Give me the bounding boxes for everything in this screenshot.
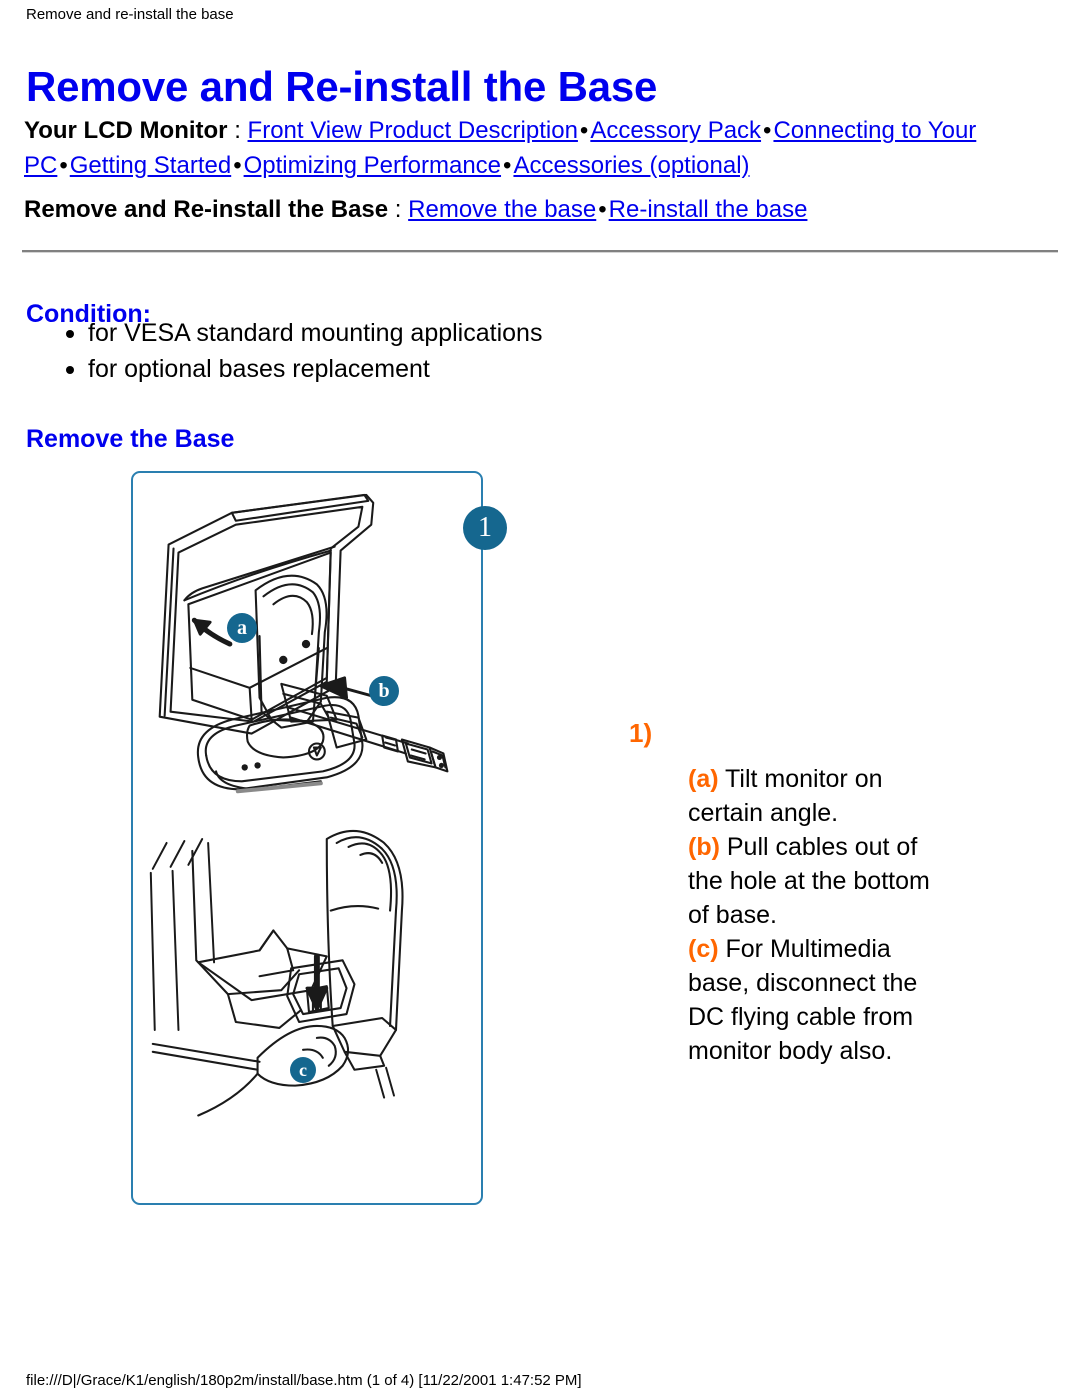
nav-link-accessories-optional[interactable]: Accessories (optional) bbox=[513, 152, 749, 179]
callout-badge-b: b bbox=[369, 676, 399, 706]
nav-link-front-view-product-description[interactable]: Front View Product Description bbox=[248, 117, 578, 144]
breadcrumb-primary-label: Your LCD Monitor bbox=[24, 117, 228, 144]
nav-separator: • bbox=[503, 152, 512, 179]
breadcrumb-secondary: Remove and Re-install the Base : Remove … bbox=[24, 192, 1044, 227]
list-item: for optional bases replacement bbox=[60, 351, 542, 387]
step-label-c: (c) bbox=[688, 935, 719, 963]
page-title: Remove and Re-install the Base bbox=[26, 63, 658, 111]
remove-the-base-heading: Remove the Base bbox=[26, 424, 235, 453]
nav-separator: • bbox=[598, 196, 607, 223]
callout-badge-a: a bbox=[227, 613, 257, 643]
nav-separator: • bbox=[763, 117, 772, 144]
step-label-a: (a) bbox=[688, 765, 719, 793]
callout-badge-c: c bbox=[290, 1057, 316, 1083]
nav-link-getting-started[interactable]: Getting Started bbox=[70, 152, 231, 179]
step-instructions: (a) Tilt monitor on certain angle. (b) P… bbox=[688, 762, 956, 1068]
step-text-b: Pull cables out of the hole at the botto… bbox=[688, 833, 930, 929]
footer-file-path: file:///D|/Grace/K1/english/180p2m/insta… bbox=[26, 1372, 582, 1389]
running-header: Remove and re-install the base bbox=[26, 6, 234, 23]
condition-bullet-list: for VESA standard mounting applications … bbox=[60, 315, 542, 387]
step-text-c: For Multimedia base, disconnect the DC f… bbox=[688, 935, 918, 1065]
step-badge-1: 1 bbox=[463, 506, 507, 550]
breadcrumb-primary: Your LCD Monitor : Front View Product De… bbox=[24, 113, 1044, 183]
nav-link-remove-the-base[interactable]: Remove the base bbox=[408, 196, 596, 223]
step-label-b: (b) bbox=[688, 833, 720, 861]
step-number-marker: 1) bbox=[629, 718, 653, 748]
monitor-line-art-illustration bbox=[149, 493, 449, 1117]
nav-separator: • bbox=[233, 152, 242, 179]
list-item: for VESA standard mounting applications bbox=[60, 315, 542, 351]
nav-link-optimizing-performance[interactable]: Optimizing Performance bbox=[244, 152, 501, 179]
illustration-frame bbox=[131, 471, 483, 1205]
breadcrumb-secondary-colon: : bbox=[388, 196, 409, 223]
horizontal-divider bbox=[22, 250, 1058, 253]
breadcrumb-primary-colon: : bbox=[227, 117, 248, 144]
nav-link-accessory-pack[interactable]: Accessory Pack bbox=[590, 117, 761, 144]
nav-separator: • bbox=[579, 117, 589, 144]
breadcrumb-secondary-label: Remove and Re-install the Base bbox=[24, 196, 389, 223]
nav-link-re-install-the-base[interactable]: Re-install the base bbox=[609, 196, 808, 223]
nav-separator: • bbox=[59, 152, 68, 179]
